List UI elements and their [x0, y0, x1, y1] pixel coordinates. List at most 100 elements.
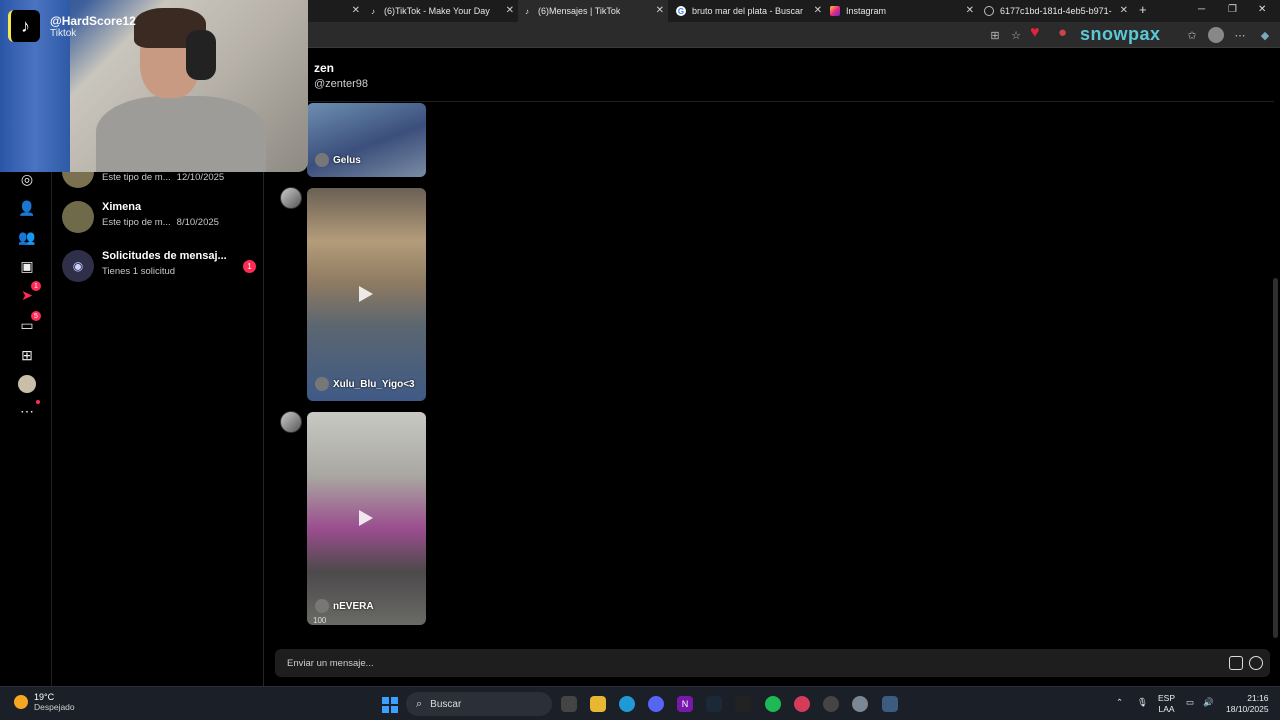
- unread-badge: 1: [243, 260, 256, 273]
- tab-google-search[interactable]: G bruto mar del plata - Buscar co ✕: [676, 0, 822, 22]
- tab-messages[interactable]: ♪ (6)Mensajes | TikTok ✕: [518, 0, 668, 22]
- favorites-icon[interactable]: ✩: [1185, 28, 1199, 42]
- snowpax-extension-logo: snowpax: [1080, 24, 1161, 44]
- activity-icon[interactable]: ➤ 1: [18, 281, 41, 304]
- message-requests-icon: ◉: [62, 250, 94, 282]
- conversation-name: Ximena: [102, 201, 142, 213]
- conversation-name: Solicitudes de mensaj...: [102, 250, 227, 262]
- live-icon[interactable]: ▣: [18, 257, 36, 275]
- emoji-icon[interactable]: [1249, 656, 1263, 670]
- start-button[interactable]: [382, 697, 398, 713]
- friends-icon[interactable]: 👥: [18, 228, 36, 246]
- copilot-icon[interactable]: ◆: [1258, 28, 1272, 42]
- discord-icon[interactable]: [648, 696, 664, 712]
- more-dot: [36, 400, 40, 404]
- shared-video-card[interactable]: nEVERA 100: [307, 412, 426, 625]
- spotify-icon[interactable]: [765, 696, 781, 712]
- message-input[interactable]: [287, 655, 1187, 671]
- search-icon: ⌕: [416, 697, 423, 710]
- weather-condition: Despejado: [34, 702, 75, 712]
- profile-icon[interactable]: [18, 375, 36, 393]
- tray-chevron-icon[interactable]: ⌃: [1116, 697, 1123, 708]
- minimize-icon[interactable]: ─: [1198, 4, 1205, 15]
- steam-icon[interactable]: [706, 696, 722, 712]
- upload-icon[interactable]: ⊞: [18, 346, 36, 364]
- task-view-icon[interactable]: [561, 696, 577, 712]
- windows-taskbar: 19°C Despejado ⌕ Buscar N ⌃ 🎙 ESP LAA ▭ 🔊 …: [0, 686, 1280, 720]
- streamer-platform: Tiktok: [50, 27, 77, 39]
- tab-label: (6)Mensajes | TikTok: [538, 6, 621, 16]
- weather-widget[interactable]: 19°C Despejado: [14, 692, 75, 712]
- obs-icon[interactable]: [823, 696, 839, 712]
- tab-partial[interactable]: ✕: [310, 0, 360, 22]
- explore-icon[interactable]: ◎: [18, 170, 36, 188]
- more-menu-icon[interactable]: ⋯: [1233, 28, 1247, 42]
- sun-icon: [14, 695, 28, 709]
- following-icon[interactable]: 👤: [18, 199, 36, 217]
- capcut-icon[interactable]: [735, 696, 751, 712]
- video-author: Xulu_Blu_Yigo<3: [315, 377, 415, 391]
- shared-video-card[interactable]: Gelus: [307, 103, 426, 177]
- close-tab-icon[interactable]: ✕: [966, 5, 974, 16]
- streamer-info: @HardScore12 Tiktok: [50, 14, 136, 39]
- play-icon[interactable]: [359, 286, 373, 302]
- avatar: [62, 201, 94, 233]
- close-tab-icon[interactable]: ✕: [656, 5, 664, 16]
- close-window-icon[interactable]: ✕: [1258, 4, 1266, 15]
- onenote-icon[interactable]: N: [677, 696, 693, 712]
- weather-temp: 19°C: [34, 692, 55, 702]
- chat-scrollbar[interactable]: [1273, 278, 1278, 638]
- image-upload-icon[interactable]: [1229, 656, 1243, 670]
- tab-instagram[interactable]: Instagram ✕: [830, 0, 974, 22]
- messages-badge: 5: [31, 311, 41, 321]
- screen: ✕ ♪ (6)TikTok - Make Your Day ✕ ♪ (6)Men…: [0, 0, 1280, 720]
- video-author: Gelus: [315, 153, 361, 167]
- sender-avatar[interactable]: [280, 411, 302, 433]
- apple-extension-icon[interactable]: ●: [1058, 24, 1067, 41]
- restore-icon[interactable]: ❐: [1228, 4, 1237, 15]
- chat-contact-handle[interactable]: @zenter98: [314, 78, 368, 90]
- close-tab-icon[interactable]: ✕: [1120, 5, 1128, 16]
- play-icon[interactable]: [359, 510, 373, 526]
- settings-icon[interactable]: [852, 696, 868, 712]
- close-tab-icon[interactable]: ✕: [506, 5, 514, 16]
- chat-contact-name[interactable]: zen: [314, 61, 334, 75]
- edge-icon[interactable]: [619, 696, 635, 712]
- language-indicator[interactable]: ESP LAA: [1158, 693, 1175, 715]
- video-view-count: 100: [313, 616, 327, 625]
- network-icon[interactable]: ▭: [1186, 697, 1194, 708]
- tab-uuid[interactable]: 6177c1bd-181d-4eb5-b971-c8 ✕: [984, 0, 1128, 22]
- favorite-star-icon[interactable]: ☆: [1009, 28, 1023, 42]
- heart-extension-icon[interactable]: ♥: [1030, 24, 1040, 42]
- clock[interactable]: 21:16 18/10/2025: [1226, 693, 1269, 715]
- file-explorer-icon[interactable]: [590, 696, 606, 712]
- new-tab-button[interactable]: +: [1139, 2, 1147, 17]
- close-tab-icon[interactable]: ✕: [814, 5, 822, 16]
- webcam-overlay: ♪ @HardScore12 Tiktok: [0, 0, 308, 172]
- tab-label: Instagram: [846, 6, 887, 16]
- messages-icon[interactable]: ▭ 5: [18, 311, 41, 334]
- app-icon[interactable]: [882, 696, 898, 712]
- maps-pin-icon[interactable]: [794, 696, 810, 712]
- instagram-icon: [830, 6, 840, 16]
- tab-label: 6177c1bd-181d-4eb5-b971-c8: [1000, 6, 1112, 16]
- author-avatar: [315, 377, 329, 391]
- streamer-badge: ♪ @HardScore12 Tiktok: [8, 10, 136, 42]
- sender-avatar[interactable]: [280, 187, 302, 209]
- author-avatar: [315, 153, 329, 167]
- tiktok-logo-icon: ♪: [8, 10, 40, 42]
- taskbar-search[interactable]: ⌕ Buscar: [406, 692, 552, 716]
- close-tab-icon[interactable]: ✕: [352, 5, 360, 16]
- profile-avatar[interactable]: [1208, 27, 1224, 43]
- microphone-icon[interactable]: 🎙: [1137, 697, 1148, 708]
- conversation-item-ximena[interactable]: Ximena Este tipo de m... 8/10/2025: [62, 197, 262, 237]
- shared-video-card[interactable]: Xulu_Blu_Yigo<3: [307, 188, 426, 401]
- split-view-icon[interactable]: ⊞: [988, 28, 1002, 42]
- tab-tiktok-home[interactable]: ♪ (6)TikTok - Make Your Day ✕: [368, 0, 514, 22]
- message-requests-item[interactable]: ◉ Solicitudes de mensaj... Tienes 1 soli…: [62, 246, 262, 286]
- chat-panel: zen @zenter98 Gelus Xulu_Blu_Yigo<3 nEVE…: [264, 48, 1280, 686]
- tab-label: (6)TikTok - Make Your Day: [384, 6, 490, 16]
- streamer-handle: @HardScore12: [50, 13, 136, 28]
- more-icon[interactable]: ⋯: [18, 400, 40, 420]
- volume-icon[interactable]: 🔊: [1203, 697, 1214, 708]
